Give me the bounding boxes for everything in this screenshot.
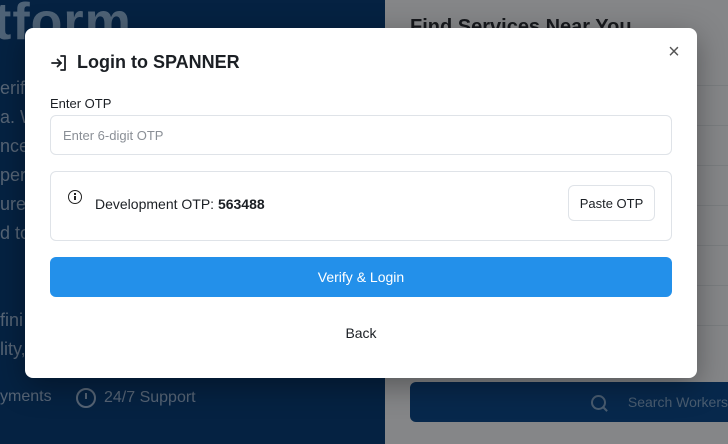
login-arrow-icon bbox=[50, 54, 68, 72]
verify-login-button[interactable]: Verify & Login bbox=[50, 257, 672, 297]
dev-otp-box: Development OTP: 563488 Paste OTP bbox=[50, 171, 672, 241]
modal-title: Login to SPANNER bbox=[50, 52, 240, 73]
dev-otp-code: 563488 bbox=[217, 196, 265, 212]
close-icon[interactable]: × bbox=[665, 42, 683, 62]
otp-label: Enter OTP bbox=[50, 96, 112, 111]
dev-otp-text: Development OTP: 563488 bbox=[95, 196, 265, 212]
paste-otp-button[interactable]: Paste OTP bbox=[568, 185, 655, 221]
dev-otp-label: Development OTP: bbox=[95, 196, 218, 212]
back-button[interactable]: Back bbox=[336, 320, 386, 346]
modal-title-text: Login to SPANNER bbox=[77, 52, 240, 72]
login-modal: × Login to SPANNER Enter OTP Development… bbox=[25, 28, 697, 378]
otp-input[interactable] bbox=[50, 115, 672, 155]
info-icon bbox=[68, 190, 82, 204]
